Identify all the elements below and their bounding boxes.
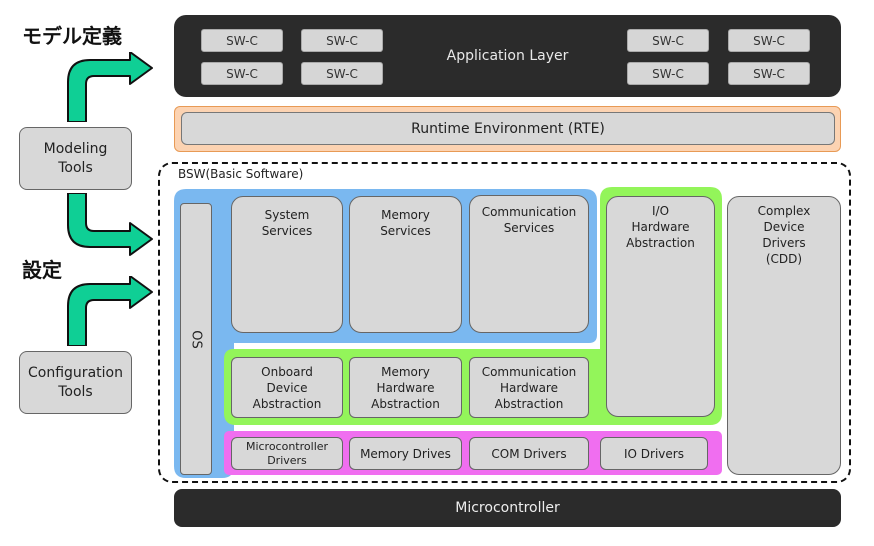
communication-hardware-abstraction-box: Communication Hardware Abstraction [469,357,589,418]
complex-device-drivers-box: Complex Device Drivers (CDD) [727,196,841,475]
configuration-tools-label-2: Tools [58,383,93,400]
cdd-label-3: Drivers [762,236,806,250]
model-definition-label: モデル定義 [22,24,122,48]
onboard-abstraction-label-1: Onboard [261,364,313,379]
micro-drivers-label-1: Microcontroller [245,439,329,453]
comm-abstraction-label-3: Abstraction [494,396,564,411]
curved-arrow-right-icon [67,52,153,122]
microcontroller-layer: Microcontroller [174,489,841,527]
curved-arrow-right-icon [67,276,153,346]
onboard-abstraction-label-2: Device [266,380,308,395]
system-services-label-1: System [264,208,310,222]
com-drivers-box: COM Drivers [469,437,589,470]
memory-services-label-1: Memory [381,208,430,222]
memory-services-box: Memory Services [349,196,462,333]
swc-box: SW-C [301,62,383,85]
memory-hardware-abstraction-box: Memory Hardware Abstraction [349,357,462,418]
memory-abstraction-label-2: Hardware [376,380,435,395]
memory-abstraction-label-3: Abstraction [371,396,440,411]
swc-box: SW-C [301,29,383,52]
cdd-label-2: Device [763,220,805,234]
swc-box: SW-C [728,29,810,52]
io-abstraction-label-3: Abstraction [626,236,695,250]
application-layer-label: Application Layer [446,48,569,64]
memory-abstraction-label-1: Memory [381,364,430,379]
io-abstraction-label-1: I/O [651,204,670,218]
onboard-device-abstraction-box: Onboard Device Abstraction [231,357,343,418]
swc-box: SW-C [627,62,709,85]
modeling-tools-box: Modeling Tools [19,127,132,190]
onboard-abstraction-label-3: Abstraction [252,396,322,411]
os-label: OS [188,329,204,349]
microcontroller-drivers-box: Microcontroller Drivers [231,437,343,470]
swc-box: SW-C [728,62,810,85]
memory-drives-box: Memory Drives [349,437,462,470]
cdd-label-4: (CDD) [765,252,803,266]
comm-abstraction-label-2: Hardware [500,380,558,395]
micro-drivers-label-2: Drivers [267,453,307,467]
rte-label: Runtime Environment (RTE) [181,112,835,145]
configuration-tools-label-1: Configuration [28,364,123,381]
cdd-label-1: Complex [757,204,811,218]
modeling-tools-label-1: Modeling [43,140,108,157]
system-services-label-2: Services [261,224,313,238]
io-hardware-abstraction-box: I/O Hardware Abstraction [606,196,715,417]
io-abstraction-label-2: Hardware [631,220,690,234]
comm-abstraction-label-1: Communication [481,364,577,379]
memory-services-label-2: Services [380,224,431,238]
curved-arrow-right-icon [67,193,153,256]
communication-services-label-1: Communication [481,205,577,219]
bsw-title: BSW(Basic Software) [178,167,304,181]
os-box: OS [180,203,212,475]
swc-box: SW-C [201,29,283,52]
modeling-tools-label-2: Tools [58,159,93,176]
swc-box: SW-C [627,29,709,52]
swc-box: SW-C [201,62,283,85]
io-drivers-box: IO Drivers [600,437,708,470]
communication-services-label-2: Services [503,221,555,235]
system-services-box: System Services [231,196,343,333]
communication-services-box: Communication Services [469,195,589,333]
configuration-tools-box: Configuration Tools [19,351,132,414]
